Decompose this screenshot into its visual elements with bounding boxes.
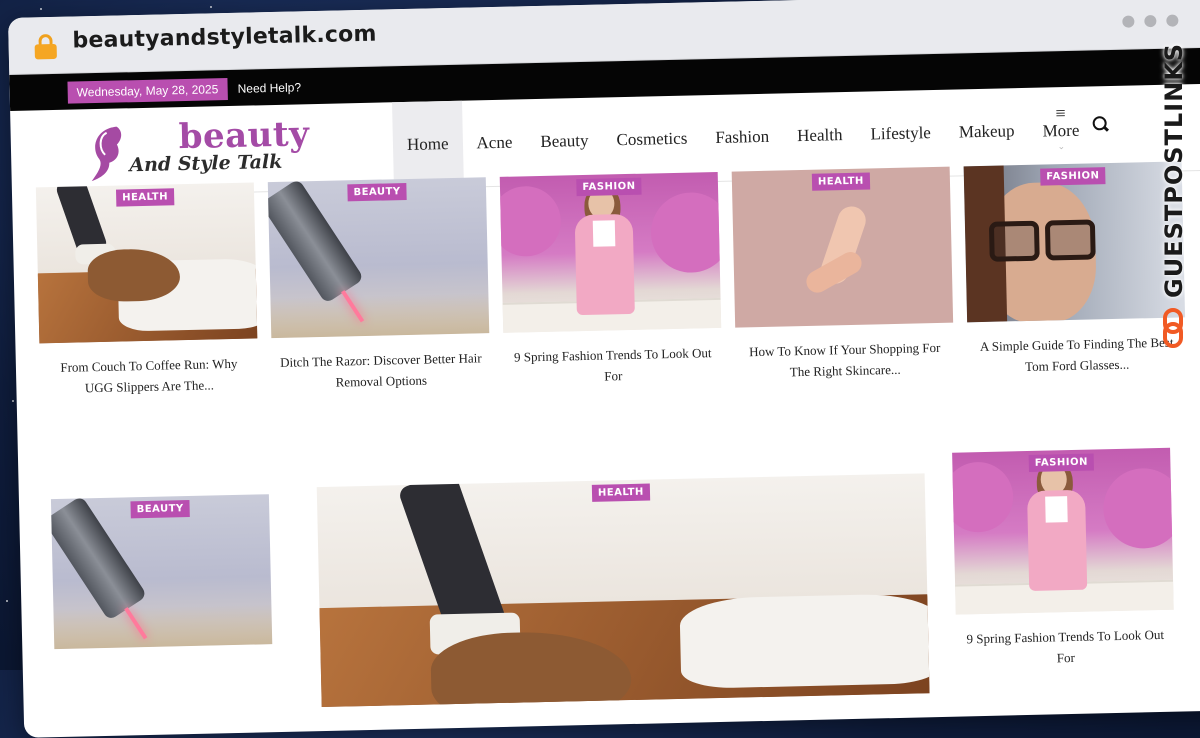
window-controls <box>1112 11 1179 31</box>
category-badge[interactable]: FASHION <box>576 177 642 197</box>
nav-beauty[interactable]: Beauty <box>525 98 603 186</box>
nav-cosmetics[interactable]: Cosmetics <box>602 95 703 183</box>
logo-line2: And Style Talk <box>129 150 283 177</box>
post-card[interactable]: FASHION A Simple Guide To Finding The Be… <box>963 161 1187 378</box>
category-badge[interactable]: BEAUTY <box>347 183 407 202</box>
nav-more-label: More <box>1042 120 1080 141</box>
post-title[interactable]: How To Know If Your Shopping For The Rig… <box>736 337 955 384</box>
watermark-text: GUESTPOSTLINKS <box>1160 42 1188 298</box>
chevron-down-icon: ⌄ <box>1057 141 1066 152</box>
post-thumbnail[interactable]: BEAUTY <box>50 494 273 650</box>
category-badge[interactable]: FASHION <box>1028 453 1095 472</box>
need-help-link[interactable]: Need Help? <box>238 80 302 95</box>
post-card[interactable]: BEAUTY Ditch The Razor: Discover Better … <box>267 177 491 394</box>
site-logo[interactable]: beauty And Style Talk <box>86 114 317 187</box>
hamburger-icon: ≡ <box>1055 103 1066 124</box>
face-logo-icon <box>86 122 122 183</box>
post-title[interactable]: Ditch The Razor: Discover Better Hair Re… <box>272 347 491 394</box>
post-thumbnail[interactable]: HEALTH <box>316 473 930 708</box>
category-badge[interactable]: HEALTH <box>811 172 871 191</box>
nav-health[interactable]: Health <box>782 92 857 180</box>
post-card[interactable]: FASHION 9 Spring Fashion Trends To Look … <box>952 447 1175 671</box>
nav-makeup[interactable]: Makeup <box>944 88 1030 176</box>
nav-fashion[interactable]: Fashion <box>700 93 784 181</box>
post-card[interactable]: HEALTH <box>316 473 930 708</box>
window-dot-icon[interactable] <box>1166 14 1179 27</box>
featured-row: HEALTH From Couch To Coffee Run: Why UGG… <box>35 161 1200 448</box>
address-bar[interactable]: beautyandstyletalk.com <box>72 22 377 54</box>
post-title[interactable]: 9 Spring Fashion Trends To Look Out For <box>956 624 1175 671</box>
search-icon[interactable] <box>1092 116 1109 132</box>
post-title[interactable]: 9 Spring Fashion Trends To Look Out For <box>504 342 723 389</box>
post-thumbnail[interactable]: BEAUTY <box>267 177 490 339</box>
browser-window: beautyandstyletalk.com Wednesday, May 28… <box>8 0 1200 738</box>
post-thumbnail[interactable]: FASHION <box>963 161 1186 323</box>
category-badge[interactable]: HEALTH <box>591 483 651 502</box>
post-card[interactable]: HEALTH From Couch To Coffee Run: Why UGG… <box>35 182 259 399</box>
window-dot-icon[interactable] <box>1144 14 1157 28</box>
post-thumbnail[interactable]: HEALTH <box>35 182 258 344</box>
guestpostlinks-watermark: GUESTPOSTLINKS <box>1160 42 1190 358</box>
post-thumbnail[interactable]: FASHION <box>952 447 1174 615</box>
post-title[interactable]: A Simple Guide To Finding The Best Tom F… <box>967 331 1186 378</box>
category-badge[interactable]: BEAUTY <box>130 500 190 519</box>
lock-icon <box>34 33 57 60</box>
post-thumbnail[interactable]: FASHION <box>499 171 722 333</box>
nav-acne[interactable]: Acne <box>462 99 528 186</box>
post-card[interactable]: BEAUTY <box>50 494 273 650</box>
post-card[interactable]: FASHION 9 Spring Fashion Trends To Look … <box>499 171 723 389</box>
link-icon <box>1162 308 1184 348</box>
post-title[interactable]: From Couch To Coffee Run: Why UGG Slippe… <box>40 352 259 399</box>
category-badge[interactable]: HEALTH <box>115 188 175 207</box>
post-thumbnail[interactable]: HEALTH <box>731 166 954 328</box>
category-badge[interactable]: FASHION <box>1040 167 1106 186</box>
nav-lifestyle[interactable]: Lifestyle <box>855 90 945 178</box>
window-dot-icon[interactable] <box>1122 15 1135 28</box>
post-card[interactable]: HEALTH How To Know If Your Shopping For … <box>731 166 955 384</box>
second-row: BEAUTY HEALTH FASHION 9 Spring Fashion T <box>42 447 1200 708</box>
date-badge: Wednesday, May 28, 2025 <box>67 78 228 104</box>
nav-home[interactable]: Home <box>392 100 464 189</box>
